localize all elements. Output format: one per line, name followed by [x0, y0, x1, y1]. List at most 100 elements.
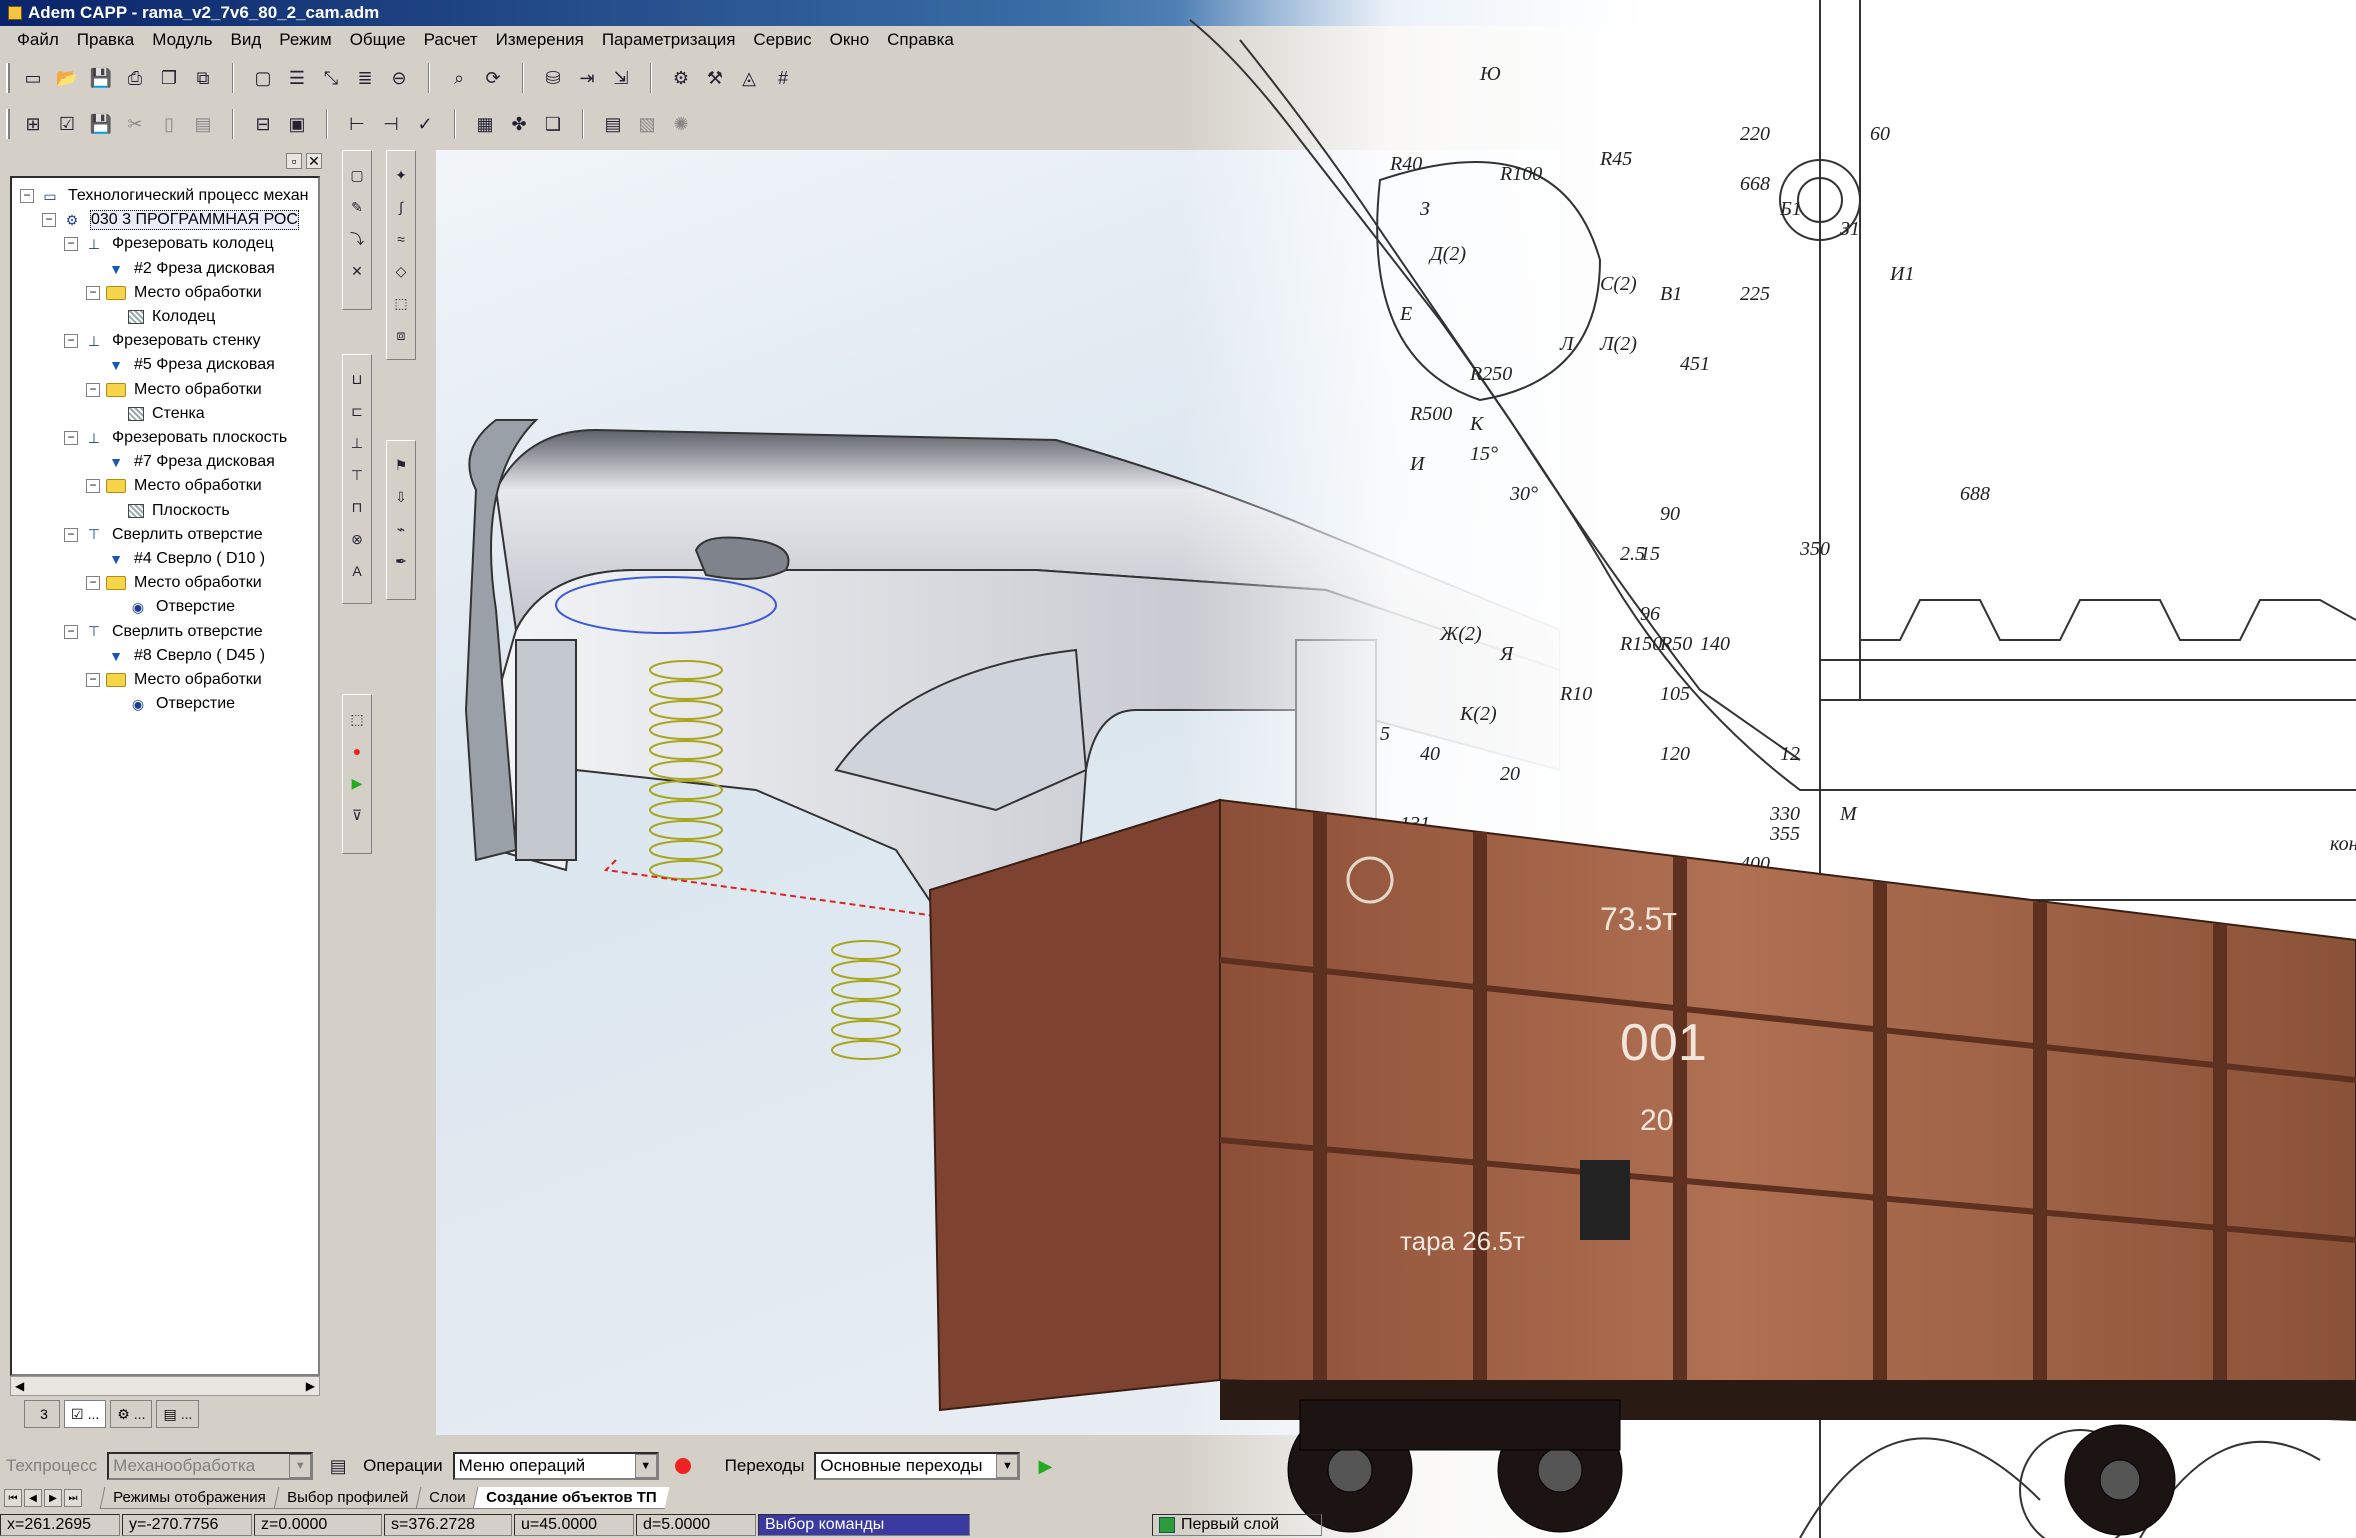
filter-icon[interactable]: ⊽	[345, 803, 369, 827]
chevron-down-icon[interactable]: ▼	[996, 1454, 1019, 1478]
tree-item[interactable]: − Место обработки	[86, 571, 262, 595]
solid-icon[interactable]: ⬚	[389, 291, 413, 315]
tree-item[interactable]: Стенка	[108, 402, 205, 426]
tree-collapse-icon[interactable]: −	[64, 624, 78, 639]
probe-icon[interactable]: ◬	[734, 63, 764, 93]
tree-item[interactable]: − ⊥ Фрезеровать плоскость	[64, 426, 287, 450]
transitions-select[interactable]: Основные переходы ▼	[814, 1452, 1021, 1480]
tree-collapse-icon[interactable]: −	[86, 576, 100, 591]
print-icon[interactable]: ⎙	[120, 63, 150, 93]
operations-select[interactable]: Меню операций ▼	[452, 1452, 659, 1480]
bezier-icon[interactable]: ∫	[389, 195, 413, 219]
db-icon[interactable]: ⛁	[538, 63, 568, 93]
menu-item-7[interactable]: Измерения	[487, 30, 593, 50]
menu-item-1[interactable]: Правка	[68, 30, 143, 50]
properties-icon[interactable]: ⊞	[18, 109, 48, 139]
doc-disabled-icon[interactable]: ▤	[188, 109, 218, 139]
menu-item-5[interactable]: Общие	[341, 30, 415, 50]
tree-item[interactable]: ◉ Отверстие	[108, 692, 235, 716]
techprocess-select[interactable]: Механообработка ▼	[107, 1452, 314, 1480]
minus-circle-icon[interactable]: ⊖	[384, 63, 414, 93]
settings-disabled-icon[interactable]: ✺	[666, 109, 696, 139]
mode-tab-0[interactable]: Режимы отображения	[99, 1487, 279, 1509]
mill-pocket-icon[interactable]: ⊔	[345, 367, 369, 391]
tree-icon[interactable]: ⊟	[248, 109, 278, 139]
menu-item-10[interactable]: Окно	[821, 30, 879, 50]
copy-view-icon[interactable]: ❏	[538, 109, 568, 139]
frame-icon[interactable]: ▢	[248, 63, 278, 93]
transition-run-icon[interactable]: ▶	[1030, 1451, 1060, 1481]
tree-item[interactable]: − Место обработки	[86, 281, 262, 305]
mode-tab-1[interactable]: Выбор профилей	[273, 1487, 421, 1509]
mill-plane-icon[interactable]: ⊥	[345, 431, 369, 455]
play-icon[interactable]: ▶	[345, 771, 369, 795]
offset-icon[interactable]: ≈	[389, 227, 413, 251]
tree-item[interactable]: ▼ #4 Сверло ( D10 )	[86, 547, 265, 571]
mode-tab-2[interactable]: Слои	[415, 1487, 478, 1509]
list-icon[interactable]: ≣	[350, 63, 380, 93]
first-tab-icon[interactable]: ⏮	[4, 1489, 22, 1507]
report-icon[interactable]: ▤	[598, 109, 628, 139]
tree-collapse-icon[interactable]: −	[86, 673, 100, 687]
status-layer[interactable]: Первый слой	[1152, 1514, 1322, 1536]
tree-collapse-icon[interactable]: −	[86, 382, 100, 397]
cursor-icon[interactable]: ⬚	[345, 707, 369, 731]
tree-item[interactable]: − Место обработки	[86, 668, 262, 692]
check-steps-icon[interactable]: ✓	[410, 109, 440, 139]
menu-item-9[interactable]: Сервис	[744, 30, 820, 50]
arrow-right-icon[interactable]: ⇥	[572, 63, 602, 93]
tree-item[interactable]: − ⊤ Сверлить отверстие	[64, 523, 263, 547]
cut-disabled-icon[interactable]: ✂	[120, 109, 150, 139]
toolbar-grip[interactable]	[6, 109, 10, 139]
surface-icon[interactable]: ◇	[389, 259, 413, 283]
chevron-down-icon[interactable]: ▼	[634, 1454, 657, 1478]
shade-icon[interactable]: ▣	[282, 109, 312, 139]
scale-icon[interactable]: ⤡	[316, 63, 346, 93]
steps-icon[interactable]: ⊣	[376, 109, 406, 139]
refresh-icon[interactable]: ⟳	[478, 63, 508, 93]
tree-tab-3[interactable]: ▤...	[156, 1400, 200, 1428]
page-disabled-icon[interactable]: ▯	[154, 109, 184, 139]
layers-icon[interactable]: ☰	[282, 63, 312, 93]
tree-collapse-icon[interactable]: −	[64, 237, 78, 252]
new-file-icon[interactable]: ▭	[18, 63, 48, 93]
tool-icon[interactable]: ⚒	[700, 63, 730, 93]
check-icon[interactable]: ☑	[52, 109, 82, 139]
zoom-icon[interactable]: ⌕	[444, 63, 474, 93]
record-icon[interactable]: ●	[345, 739, 369, 763]
tree-collapse-icon[interactable]: −	[20, 189, 34, 203]
open-file-icon[interactable]: 📂	[52, 63, 82, 93]
tree-item[interactable]: ▼ #5 Фреза дисковая	[86, 353, 275, 377]
tree-item[interactable]: − ⊥ Фрезеровать стенку	[64, 329, 261, 353]
image-disabled-icon[interactable]: ▧	[632, 109, 662, 139]
export-icon[interactable]: ⇲	[606, 63, 636, 93]
tree-horizontal-scrollbar[interactable]: ◀ ▶	[10, 1376, 320, 1396]
tree-tab-1[interactable]: ☑...	[64, 1400, 107, 1428]
thread-icon[interactable]: ⊗	[345, 527, 369, 551]
hash-icon[interactable]: #	[768, 63, 798, 93]
tree-item[interactable]: Плоскость	[108, 499, 230, 523]
operation-edit-icon[interactable]: ▤	[323, 1451, 353, 1481]
tree-item[interactable]: − ⚙ 030 3 ПРОГРАММНАЯ РОС	[42, 208, 299, 232]
menu-item-2[interactable]: Модуль	[143, 30, 221, 50]
tree-item[interactable]: − ⊤ Сверлить отверстие	[64, 620, 263, 644]
drill-icon[interactable]: ⊤	[345, 463, 369, 487]
point-icon[interactable]: ✦	[389, 163, 413, 187]
assembly-icon[interactable]: ⧈	[389, 323, 413, 347]
step-icon[interactable]: ⊢	[342, 109, 372, 139]
last-tab-icon[interactable]: ⏭	[64, 1489, 82, 1507]
path-icon[interactable]: ⌁	[389, 517, 413, 541]
delete-operation-icon[interactable]: ✕	[345, 259, 369, 283]
panel-close-icon[interactable]: ✕	[306, 153, 322, 169]
mill-wall-icon[interactable]: ⊏	[345, 399, 369, 423]
mode-tab-3[interactable]: Создание объектов ТП	[473, 1487, 670, 1509]
tree-item[interactable]: ▼ #2 Фреза дисковая	[86, 257, 275, 281]
menu-item-6[interactable]: Расчет	[415, 30, 487, 50]
simulate-icon[interactable]: ✤	[504, 109, 534, 139]
tree-tab-2[interactable]: ⚙...	[110, 1400, 153, 1428]
pen-icon[interactable]: ✒	[389, 549, 413, 573]
next-tab-icon[interactable]: ▶	[44, 1489, 62, 1507]
tree-item[interactable]: − Место обработки	[86, 474, 262, 498]
text-icon[interactable]: A	[345, 559, 369, 583]
tree-item[interactable]: − Место обработки	[86, 378, 262, 402]
